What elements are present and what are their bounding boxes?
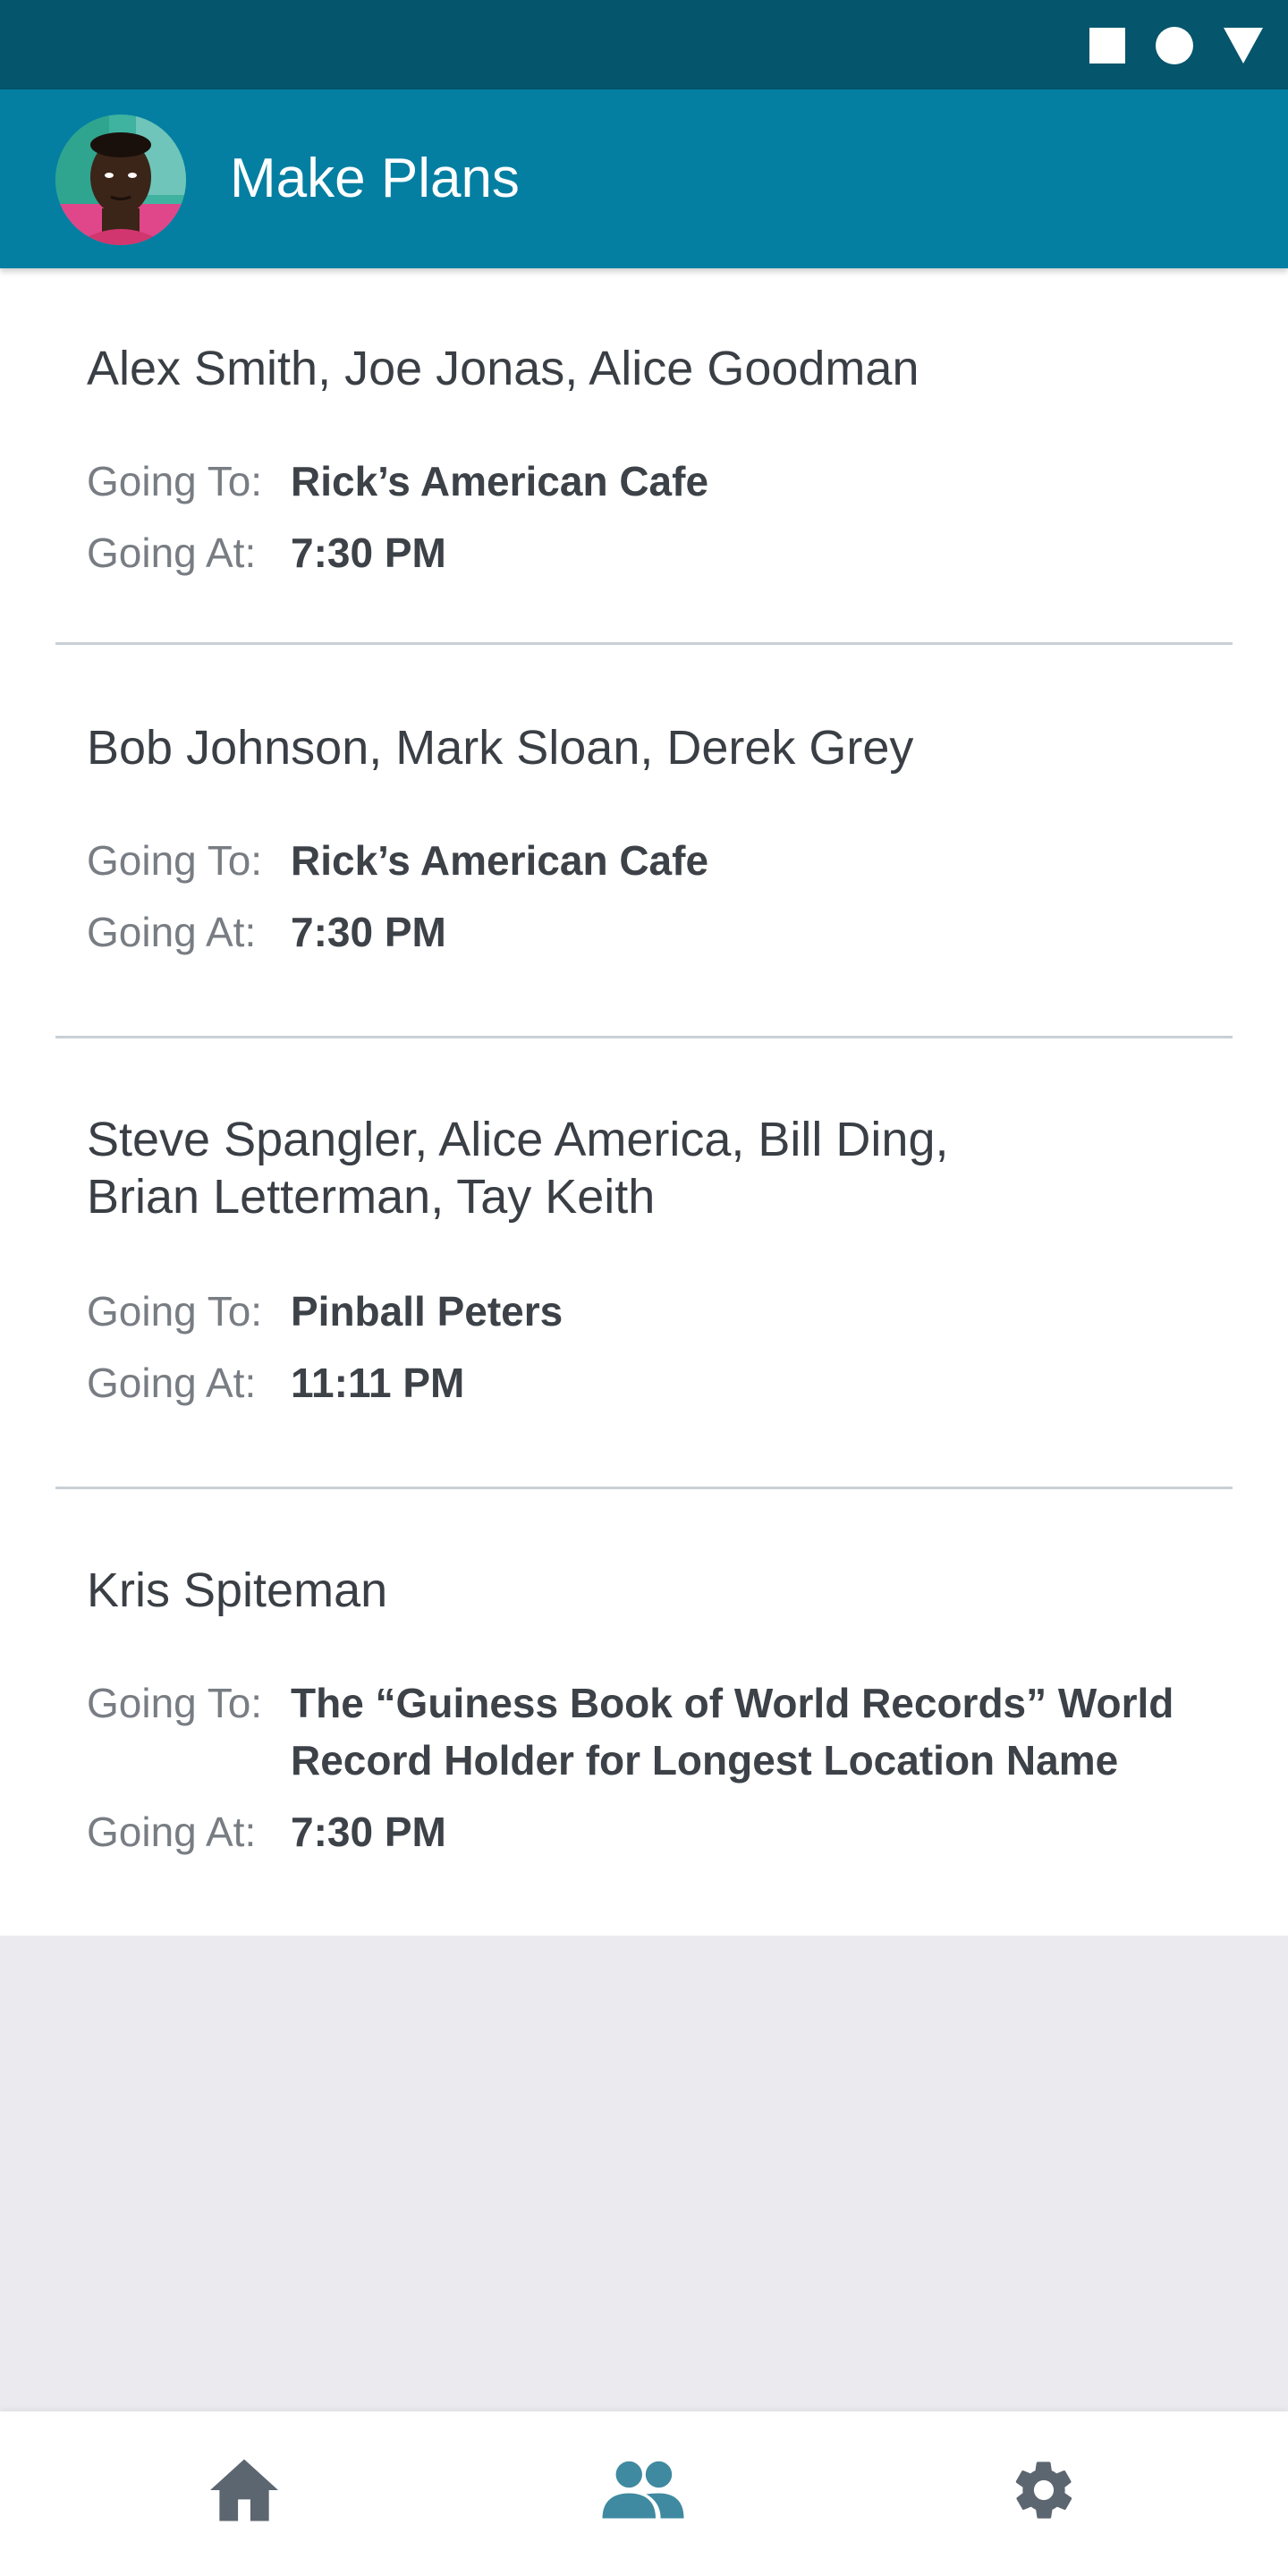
attendees-line: Brian Letterman, Tay Keith bbox=[87, 1170, 656, 1224]
app-bar: Make Plans bbox=[0, 89, 1288, 268]
going-at-row: Going At: 7:30 PM bbox=[87, 903, 1185, 961]
circle-icon[interactable] bbox=[1156, 27, 1193, 64]
going-at-label: Going At: bbox=[87, 909, 257, 955]
location-line: Record Holder for Longest Location Name bbox=[291, 1737, 1119, 1784]
location-line: Rick’s American Cafe bbox=[291, 458, 709, 504]
bottom-navigation bbox=[0, 2411, 1288, 2576]
plan-attendees: Kris Spiteman bbox=[87, 1562, 387, 1619]
plan-card[interactable]: Alex Smith, Joe Jonas, Alice Goodman Goi… bbox=[0, 268, 1288, 648]
home-icon bbox=[210, 2459, 278, 2521]
going-at-row: Going At: 7:30 PM bbox=[87, 524, 1185, 581]
plan-card[interactable]: Bob Johnson, Mark Sloan, Derek Grey Goin… bbox=[0, 648, 1288, 1038]
nav-home-button[interactable] bbox=[195, 2445, 293, 2535]
going-to-label: Going To: bbox=[87, 837, 263, 884]
gear-icon bbox=[1015, 2462, 1072, 2519]
divider bbox=[55, 642, 1233, 645]
plans-list: Alex Smith, Joe Jonas, Alice Goodman Goi… bbox=[0, 268, 1288, 1936]
page-title: Make Plans bbox=[230, 148, 520, 209]
people-icon bbox=[602, 2461, 684, 2519]
going-at-value: 11:11 PM bbox=[291, 1360, 465, 1406]
avatar-image bbox=[55, 114, 186, 245]
attendees-line: Steve Spangler, Alice America, Bill Ding… bbox=[87, 1113, 949, 1166]
plan-card[interactable]: Steve Spangler, Alice America, Bill Ding… bbox=[0, 1039, 1288, 1488]
attendees-line: Bob Johnson, Mark Sloan, Derek Grey bbox=[87, 721, 914, 775]
going-to-value: Rick’s American Cafe bbox=[291, 453, 1185, 510]
going-to-value: Rick’s American Cafe bbox=[291, 832, 1185, 889]
going-at-row: Going At: 7:30 PM bbox=[87, 1803, 1185, 1860]
going-at-value: 7:30 PM bbox=[291, 1809, 446, 1855]
going-to-row: Going To: The “Guiness Book of World Rec… bbox=[87, 1674, 1185, 1789]
plan-attendees: Bob Johnson, Mark Sloan, Derek Grey bbox=[87, 719, 913, 776]
going-to-row: Going To: Pinball Peters bbox=[87, 1283, 1185, 1340]
location-line: Rick’s American Cafe bbox=[291, 837, 709, 884]
going-at-label: Going At: bbox=[87, 530, 257, 576]
going-to-row: Going To: Rick’s American Cafe bbox=[87, 453, 1185, 510]
plan-attendees: Steve Spangler, Alice America, Bill Ding… bbox=[87, 1111, 948, 1225]
status-icons bbox=[1089, 27, 1263, 64]
divider bbox=[55, 1487, 1233, 1489]
attendees-line: Alex Smith, Joe Jonas, Alice Goodman bbox=[87, 342, 919, 395]
nav-people-button[interactable] bbox=[594, 2445, 692, 2535]
location-line: The “Guiness Book of World Records” Worl… bbox=[291, 1680, 1174, 1726]
going-at-label: Going At: bbox=[87, 1360, 257, 1406]
plan-attendees: Alex Smith, Joe Jonas, Alice Goodman bbox=[87, 340, 919, 397]
going-at-label: Going At: bbox=[87, 1809, 257, 1855]
going-at-value: 7:30 PM bbox=[291, 530, 446, 576]
square-icon[interactable] bbox=[1089, 28, 1125, 64]
going-to-label: Going To: bbox=[87, 1288, 263, 1335]
status-bar bbox=[0, 0, 1288, 89]
going-to-row: Going To: Rick’s American Cafe bbox=[87, 832, 1185, 889]
going-to-value: The “Guiness Book of World Records” Worl… bbox=[291, 1674, 1185, 1789]
going-to-label: Going To: bbox=[87, 458, 263, 504]
going-to-value: Pinball Peters bbox=[291, 1283, 1185, 1340]
location-line: Pinball Peters bbox=[291, 1288, 564, 1335]
going-at-value: 7:30 PM bbox=[291, 909, 446, 955]
divider bbox=[55, 1036, 1233, 1038]
going-at-row: Going At: 11:11 PM bbox=[87, 1354, 1185, 1411]
attendees-line: Kris Spiteman bbox=[87, 1563, 388, 1617]
plan-card[interactable]: Kris Spiteman Going To: The “Guiness Boo… bbox=[0, 1490, 1288, 1936]
avatar[interactable] bbox=[55, 114, 186, 245]
triangle-icon[interactable] bbox=[1224, 28, 1263, 64]
going-to-label: Going To: bbox=[87, 1680, 263, 1726]
nav-settings-button[interactable] bbox=[995, 2445, 1093, 2535]
